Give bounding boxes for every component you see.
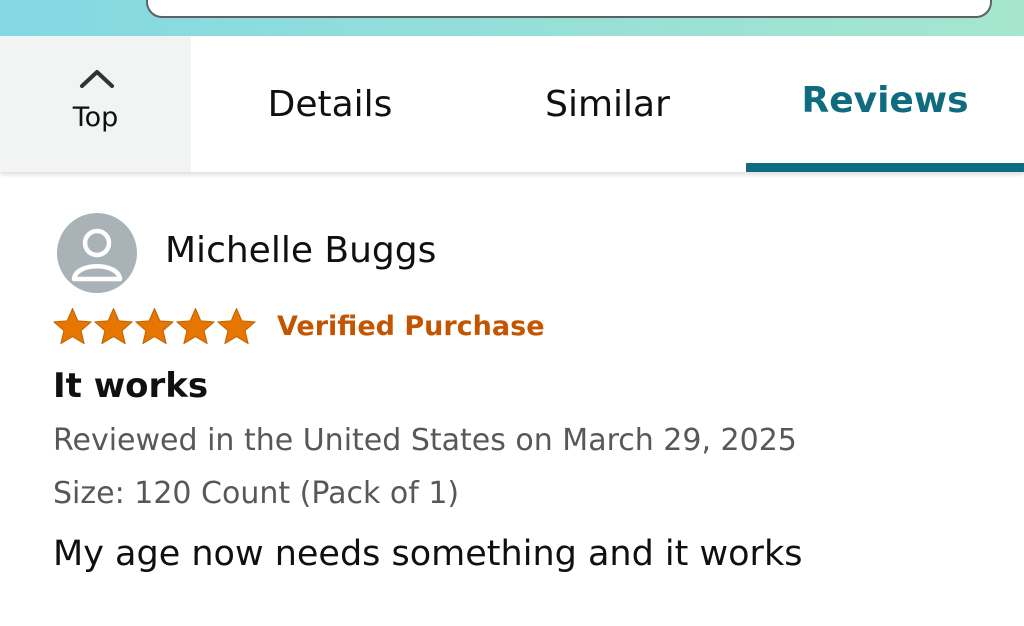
review-title: It works <box>53 366 209 406</box>
star-icon <box>94 308 133 345</box>
star-icon <box>53 308 92 345</box>
avatar <box>57 213 137 293</box>
star-icon <box>135 308 174 345</box>
product-page: Top Details Similar Reviews Michelle Bug… <box>0 0 1024 626</box>
verified-purchase-badge: Verified Purchase <box>277 311 545 342</box>
tab-bar: Top Details Similar Reviews <box>0 36 1024 172</box>
tab-similar[interactable]: Similar <box>469 36 746 172</box>
tab-details[interactable]: Details <box>191 36 469 172</box>
star-rating <box>52 306 257 350</box>
search-input[interactable] <box>146 0 992 18</box>
chevron-up-icon <box>80 70 114 88</box>
scroll-to-top-button[interactable]: Top <box>0 36 191 172</box>
person-icon <box>71 228 123 282</box>
review-body: My age now needs something and it works <box>53 534 803 574</box>
tab-reviews[interactable]: Reviews <box>746 36 1024 172</box>
star-icon <box>176 308 215 345</box>
review-variant: Size: 120 Count (Pack of 1) <box>53 476 460 511</box>
header-bar <box>0 0 1024 36</box>
active-tab-indicator <box>746 163 1024 172</box>
review-date: Reviewed in the United States on March 2… <box>53 423 797 458</box>
reviewer-name: Michelle Buggs <box>165 230 437 271</box>
top-label: Top <box>72 102 119 133</box>
star-icon <box>217 308 256 345</box>
